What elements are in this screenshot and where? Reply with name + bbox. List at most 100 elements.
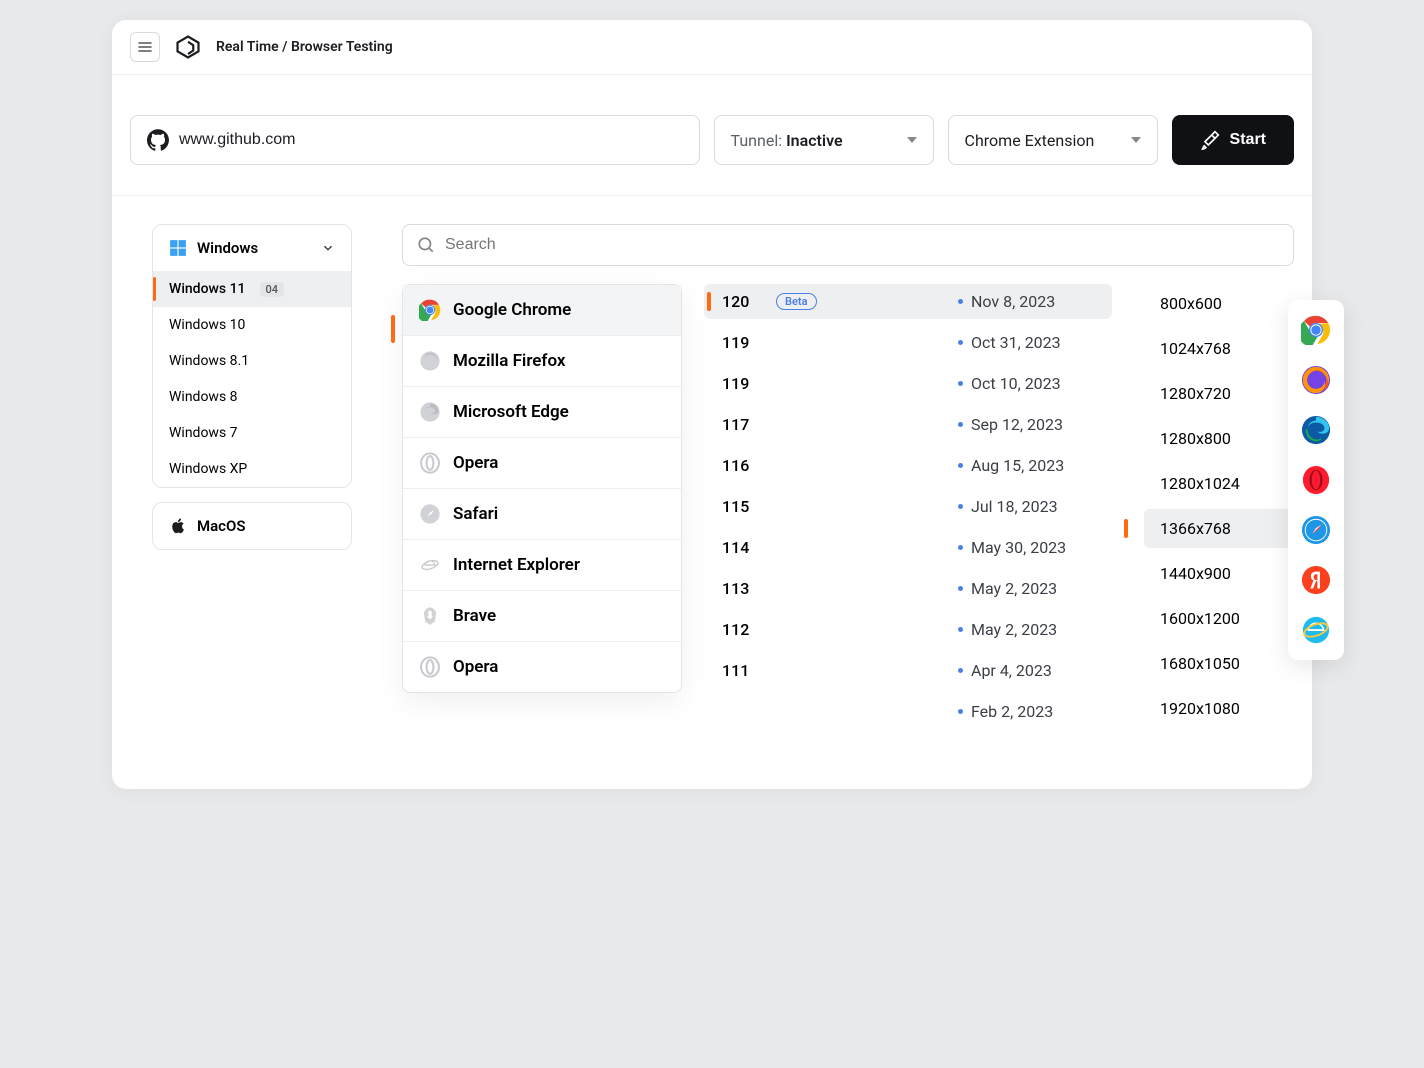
version-item[interactable]: 113May 2, 2023	[704, 571, 1112, 606]
os-panel: Windows Windows 1104Windows 10Windows 8.…	[152, 224, 352, 550]
url-input-wrap[interactable]	[130, 115, 700, 165]
version-item[interactable]: Feb 2, 2023	[704, 694, 1112, 729]
os-item-label: Windows 8	[169, 389, 238, 405]
resolution-item[interactable]: 1280x720	[1144, 374, 1294, 413]
dot-icon	[958, 504, 963, 509]
rail-yandex-button[interactable]	[1300, 564, 1332, 596]
rail-ie-button[interactable]	[1300, 614, 1332, 646]
resolution-item[interactable]: 800x600	[1144, 284, 1294, 323]
menu-button[interactable]	[130, 32, 160, 62]
version-item[interactable]: 116Aug 15, 2023	[704, 448, 1112, 483]
browser-item[interactable]: Microsoft Edge	[403, 387, 681, 438]
resolution-item[interactable]: 1680x1050	[1144, 644, 1294, 683]
version-item[interactable]: 119Oct 31, 2023	[704, 325, 1112, 360]
version-item[interactable]: 114 May 30, 2023	[704, 530, 1112, 565]
browser-item[interactable]: Mozilla Firefox	[403, 336, 681, 387]
os-item-label: Windows XP	[169, 461, 247, 477]
extension-dropdown[interactable]: Chrome Extension	[948, 115, 1158, 165]
chevron-down-icon	[907, 137, 917, 143]
search-input[interactable]	[445, 236, 1279, 254]
url-field[interactable]	[179, 131, 683, 149]
os-item[interactable]: Windows 8.1	[153, 343, 351, 379]
rail-safari-button[interactable]	[1300, 514, 1332, 546]
version-date: Nov 8, 2023	[958, 292, 1098, 311]
columns: Google ChromeMozilla FirefoxMicrosoft Ed…	[402, 284, 1294, 729]
resolution-list: 800x600 1024x768 1280x720 1280x800 1280x1024…	[1144, 284, 1294, 728]
dot-icon	[958, 545, 963, 550]
rail-opera-button[interactable]	[1300, 464, 1332, 496]
beta-badge: Beta	[776, 293, 817, 310]
logo	[174, 33, 202, 61]
browser-name: Opera	[453, 657, 498, 677]
os-item[interactable]: Windows 10	[153, 307, 351, 343]
version-date: Oct 10, 2023	[958, 374, 1098, 393]
safari-grey-icon	[419, 503, 441, 525]
version-date: Sep 12, 2023	[958, 415, 1098, 434]
topbar: Real Time / Browser Testing	[112, 20, 1312, 75]
version-number: 113	[722, 579, 764, 598]
version-item[interactable]: 115Jul 18, 2023	[704, 489, 1112, 524]
version-item[interactable]: 120 Beta Nov 8, 2023	[704, 284, 1112, 319]
chrome-icon	[419, 299, 441, 321]
dot-icon	[958, 668, 963, 673]
resolution-item[interactable]: 1600x1200	[1144, 599, 1294, 638]
resolution-item[interactable]: 1366x768	[1144, 509, 1294, 548]
version-number: 112	[722, 620, 764, 639]
version-item[interactable]: 119 Oct 10, 2023	[704, 366, 1112, 401]
github-icon	[147, 129, 169, 151]
version-date: Apr 4, 2023	[958, 661, 1098, 680]
dot-icon	[958, 299, 963, 304]
browser-item[interactable]: Opera	[403, 642, 681, 692]
tunnel-value: Inactive	[786, 131, 843, 150]
version-date: Oct 31, 2023	[958, 333, 1098, 352]
dot-icon	[958, 381, 963, 386]
rail-firefox-button[interactable]	[1300, 364, 1332, 396]
page-title: Real Time / Browser Testing	[216, 39, 393, 55]
apple-icon	[169, 517, 187, 535]
start-button[interactable]: Start	[1172, 115, 1294, 165]
windows-header[interactable]: Windows	[153, 225, 351, 271]
browser-item[interactable]: Google Chrome	[403, 285, 681, 336]
version-item[interactable]: 112May 2, 2023	[704, 612, 1112, 647]
windows-icon	[169, 239, 187, 257]
version-number: 119	[722, 374, 764, 393]
version-number: 120	[722, 292, 764, 311]
dot-icon	[958, 586, 963, 591]
version-number: 114	[722, 538, 764, 557]
os-item[interactable]: Windows 1104	[153, 271, 351, 307]
macos-card: MacOS	[152, 502, 352, 550]
os-item[interactable]: Windows 7	[153, 415, 351, 451]
dot-icon	[958, 627, 963, 632]
resolution-item[interactable]: 1024x768	[1144, 329, 1294, 368]
browser-item[interactable]: Brave	[403, 591, 681, 642]
browser-name: Brave	[453, 606, 496, 626]
version-number: 111	[722, 661, 764, 680]
version-item[interactable]: 111 Apr 4, 2023	[704, 653, 1112, 688]
os-item[interactable]: Windows 8	[153, 379, 351, 415]
rail-edge-button[interactable]	[1300, 414, 1332, 446]
rail-chrome-button[interactable]	[1300, 314, 1332, 346]
resolution-item[interactable]: 1920x1080	[1144, 689, 1294, 728]
browser-item[interactable]: Internet Explorer	[403, 540, 681, 591]
version-date: May 30, 2023	[958, 538, 1098, 557]
search-bar[interactable]	[402, 224, 1294, 266]
browser-item[interactable]: Safari	[403, 489, 681, 540]
dot-icon	[958, 422, 963, 427]
dot-icon	[958, 709, 963, 714]
version-date: Aug 15, 2023	[958, 456, 1098, 475]
controls-row: Tunnel: Inactive Chrome Extension Start	[112, 75, 1312, 195]
version-item[interactable]: 117 Sep 12, 2023	[704, 407, 1112, 442]
resolution-item[interactable]: 1280x800	[1144, 419, 1294, 458]
resolution-item[interactable]: 1280x1024	[1144, 464, 1294, 503]
macos-header[interactable]: MacOS	[153, 503, 351, 549]
version-number: 117	[722, 415, 764, 434]
resolution-item[interactable]: 1440x900	[1144, 554, 1294, 593]
tunnel-dropdown[interactable]: Tunnel: Inactive	[714, 115, 934, 165]
logo-icon	[174, 33, 202, 61]
windows-label: Windows	[197, 239, 258, 257]
os-item[interactable]: Windows XP	[153, 451, 351, 487]
windows-card: Windows Windows 1104Windows 10Windows 8.…	[152, 224, 352, 488]
browser-item[interactable]: Opera	[403, 438, 681, 489]
version-number: 115	[722, 497, 764, 516]
os-item-label: Windows 11	[169, 281, 246, 297]
